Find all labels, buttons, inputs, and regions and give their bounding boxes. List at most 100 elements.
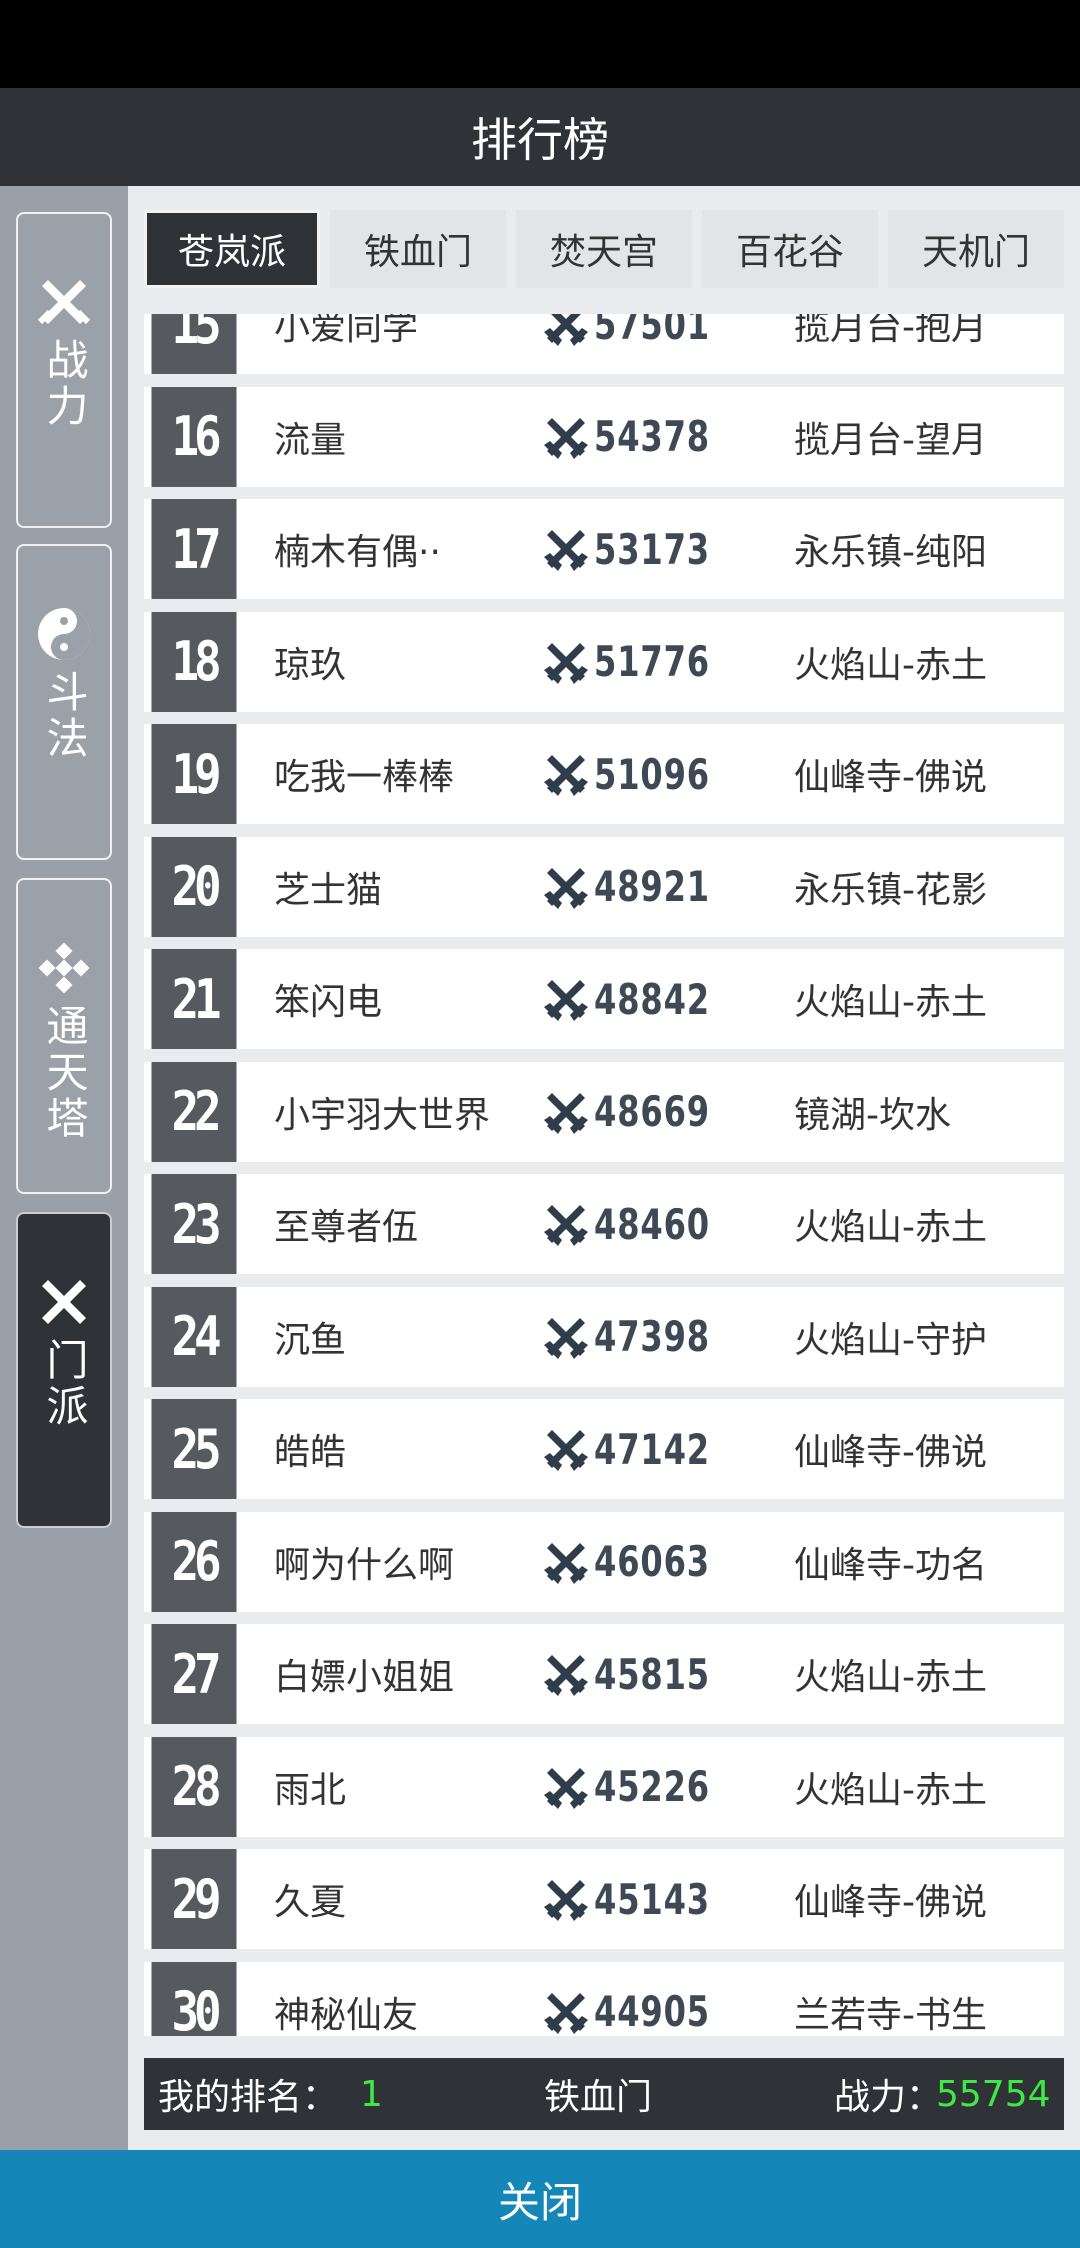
- player-name: 至尊者伍: [274, 1207, 419, 1248]
- rank-number: 21: [151, 949, 237, 1049]
- rank-number: 27: [151, 1624, 237, 1724]
- sidebar-tab-tower[interactable]: 通天塔: [16, 878, 112, 1194]
- ranking-list[interactable]: 15 小爱同学 57501 揽月台-抱月 16 流量 54378 揽月台-望月 17 楠木有偶··…: [144, 314, 1064, 2036]
- table-row[interactable]: 26 啊为什么啊 46063 仙峰寺-功名: [144, 1511, 1064, 1612]
- crossed-swords-icon: [544, 1767, 588, 1809]
- sidebar-tab-duel[interactable]: 斗法: [16, 544, 112, 860]
- tab-fentian[interactable]: 焚天宫: [516, 210, 692, 288]
- server-name: 仙峰寺-佛说: [794, 1432, 987, 1473]
- status-bar: [0, 0, 1080, 88]
- ranking-panel: 苍岚派 铁血门 焚天宫 百花谷 天机门 15 小爱同学 57501 揽月台-抱月 16 流…: [128, 186, 1080, 2150]
- my-sect: 铁血门: [544, 2077, 653, 2118]
- crossed-swords-icon: [544, 1880, 588, 1921]
- server-name: 火焰山-守护: [794, 1319, 987, 1361]
- power-value: 47142: [594, 1424, 710, 1474]
- table-row[interactable]: 27 白嫖小姐姐 45815 火焰山-赤土: [144, 1624, 1064, 1724]
- tab-tianji[interactable]: 天机门: [888, 210, 1064, 288]
- player-name: 小爱同学: [274, 314, 419, 348]
- server-name: 镜湖-坎水: [794, 1094, 951, 1136]
- power-value: 57501: [594, 314, 710, 349]
- table-row[interactable]: 17 楠木有偶·· 53173 永乐镇-纯阳: [144, 499, 1064, 599]
- player-name: 雨北: [274, 1769, 347, 1811]
- table-row[interactable]: 23 至尊者伍 48460 火焰山-赤土: [144, 1174, 1064, 1274]
- sidebar-label-sect: 门派: [40, 1338, 89, 1430]
- table-row[interactable]: 21 笨闪电 48842 火焰山-赤土: [144, 949, 1064, 1049]
- power-value: 54378: [594, 412, 710, 461]
- player-name: 流量: [274, 419, 347, 461]
- power-cell: 48460: [544, 1200, 730, 1249]
- player-name: 吃我一棒棒: [274, 757, 455, 798]
- power-cell: 46063: [544, 1537, 730, 1586]
- my-power-label: 战力：: [834, 2077, 943, 2118]
- sidebar: 战力 斗法 通天塔 门派: [0, 186, 128, 2150]
- power-cell: 48669: [544, 1087, 730, 1136]
- crossed-swords-icon: [37, 280, 91, 325]
- table-row[interactable]: 30 神秘仙友 44905 兰若寺-书生: [144, 1961, 1064, 2036]
- tab-baihua[interactable]: 百花谷: [702, 210, 878, 288]
- crossed-swords-icon: [544, 755, 588, 796]
- sidebar-tab-sect[interactable]: 门派: [16, 1212, 112, 1528]
- power-value: 45143: [594, 1874, 710, 1924]
- rank-number: 22: [151, 1061, 237, 1162]
- crossed-swords-icon: [544, 417, 588, 459]
- power-cell: 51776: [544, 637, 730, 686]
- rank-number: 15: [151, 314, 237, 374]
- rank-number: 26: [151, 1511, 237, 1612]
- power-cell: 53173: [544, 525, 730, 574]
- crossed-swords-icon: [42, 1280, 86, 1324]
- table-row[interactable]: 18 琼玖 51776 火焰山-赤土: [144, 611, 1064, 712]
- power-value: 48669: [594, 1087, 710, 1136]
- power-value: 48921: [594, 862, 710, 911]
- my-power-value: 55754: [936, 2073, 1051, 2115]
- table-row[interactable]: 15 小爱同学 57501 揽月台-抱月: [144, 314, 1064, 374]
- player-name: 楠木有偶··: [274, 532, 441, 573]
- tab-tiexue[interactable]: 铁血门: [330, 210, 506, 288]
- tab-canglan[interactable]: 苍岚派: [144, 210, 320, 288]
- power-cell: 47398: [544, 1312, 730, 1361]
- sidebar-label-tower: 通天塔: [40, 1004, 89, 1142]
- rank-number: 24: [151, 1286, 237, 1387]
- crossed-swords-icon: [544, 1992, 588, 2034]
- power-value: 48460: [594, 1199, 710, 1249]
- rank-number: 16: [151, 386, 237, 487]
- player-name: 久夏: [274, 1882, 347, 1923]
- table-row[interactable]: 24 沉鱼 47398 火焰山-守护: [144, 1286, 1064, 1387]
- server-name: 火焰山-赤土: [794, 1769, 987, 1811]
- rank-number: 17: [151, 499, 237, 599]
- sidebar-tab-power[interactable]: 战力: [16, 212, 112, 528]
- rank-number: 30: [151, 1961, 237, 2036]
- table-row[interactable]: 25 皓皓 47142 仙峰寺-佛说: [144, 1399, 1064, 1499]
- table-row[interactable]: 22 小宇羽大世界 48669 镜湖-坎水: [144, 1061, 1064, 1162]
- close-button[interactable]: 关闭: [0, 2150, 1080, 2248]
- checker-icon: [38, 942, 90, 994]
- crossed-swords-icon: [544, 867, 588, 909]
- crossed-swords-icon: [544, 642, 588, 684]
- crossed-swords-icon: [544, 1430, 588, 1471]
- rank-number: 25: [151, 1399, 237, 1499]
- table-row[interactable]: 28 雨北 45226 火焰山-赤土: [144, 1736, 1064, 1837]
- table-row[interactable]: 20 芝士猫 48921 永乐镇-花影: [144, 836, 1064, 937]
- crossed-swords-icon: [544, 1205, 588, 1246]
- table-row[interactable]: 16 流量 54378 揽月台-望月: [144, 386, 1064, 487]
- crossed-swords-icon: [544, 1092, 588, 1134]
- power-cell: 45815: [544, 1650, 730, 1699]
- crossed-swords-icon: [544, 1317, 588, 1359]
- rank-number: 29: [151, 1849, 237, 1949]
- server-name: 火焰山-赤土: [794, 1207, 987, 1248]
- rank-number: 28: [151, 1736, 237, 1837]
- my-rank-value: 1: [360, 2073, 383, 2115]
- server-name: 火焰山-赤土: [794, 644, 987, 686]
- sect-tabs: 苍岚派 铁血门 焚天宫 百花谷 天机门: [144, 210, 1064, 290]
- player-name: 笨闪电: [274, 982, 383, 1023]
- table-row[interactable]: 19 吃我一棒棒 51096 仙峰寺-佛说: [144, 724, 1064, 824]
- power-value: 46063: [594, 1537, 710, 1586]
- table-row[interactable]: 29 久夏 45143 仙峰寺-佛说: [144, 1849, 1064, 1949]
- server-name: 火焰山-赤土: [794, 982, 987, 1023]
- player-name: 白嫖小姐姐: [274, 1657, 455, 1698]
- page-title: 排行榜: [0, 88, 1080, 186]
- server-name: 兰若寺-书生: [794, 1994, 987, 2036]
- server-name: 揽月台-望月: [794, 419, 987, 461]
- server-name: 仙峰寺-佛说: [794, 757, 987, 798]
- yin-yang-icon: [38, 608, 90, 660]
- player-name: 沉鱼: [274, 1319, 347, 1361]
